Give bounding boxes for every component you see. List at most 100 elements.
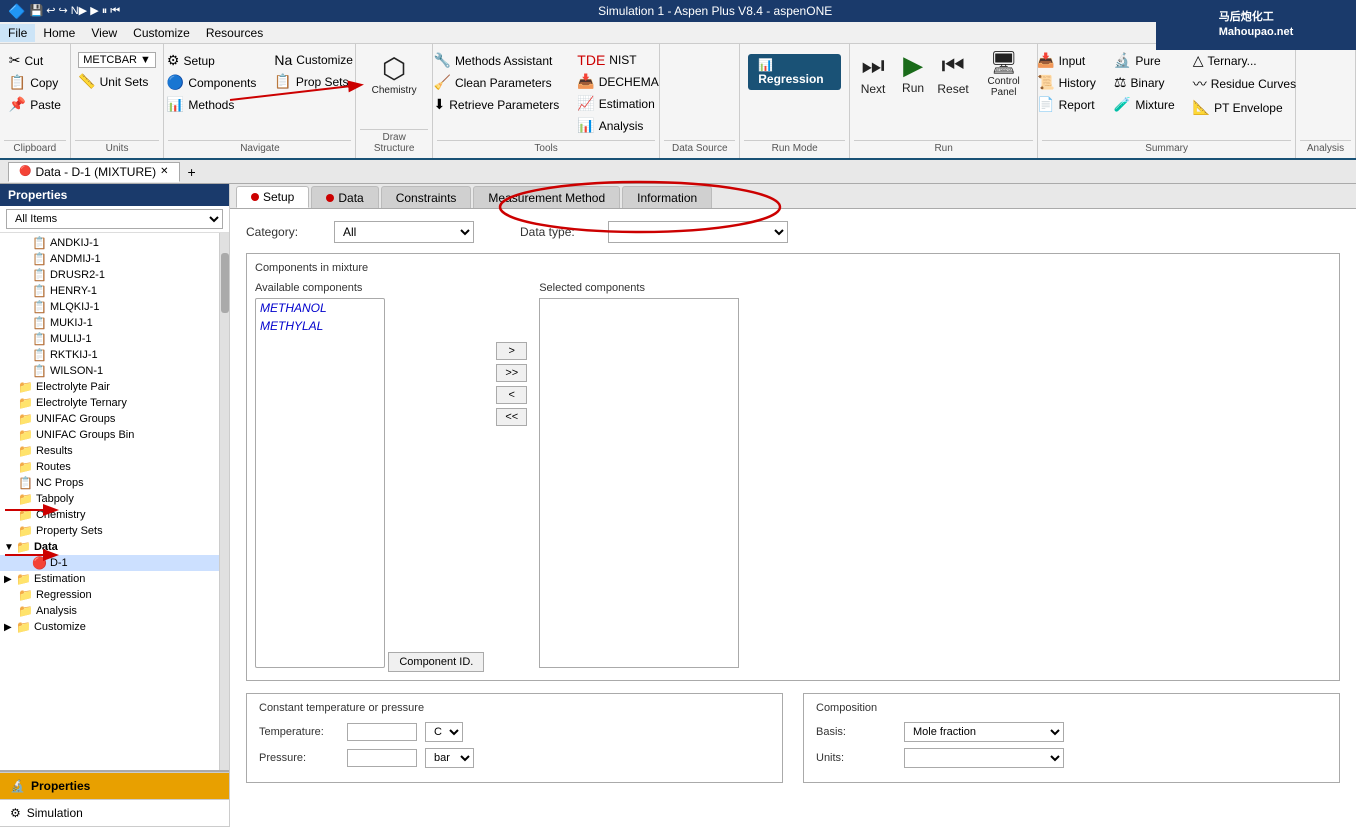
sidebar-item-andmij1[interactable]: 📋 ANDMIJ-1 — [0, 251, 219, 267]
pt-envelope-button[interactable]: 📐 PT Envelope — [1187, 97, 1302, 118]
menu-resources[interactable]: Resources — [198, 24, 271, 42]
title-text: Simulation 1 - Aspen Plus V8.4 - aspenON… — [598, 4, 832, 18]
sidebar-item-andkij1[interactable]: 📋 ANDKIJ-1 — [0, 235, 219, 251]
simulation-panel-button[interactable]: ⚙ Simulation — [0, 799, 229, 826]
sidebar-item-chemistry[interactable]: 📁 Chemistry — [0, 507, 219, 523]
sidebar-item-routes[interactable]: 📁 Routes — [0, 459, 219, 475]
ternary-button[interactable]: △ Ternary... — [1187, 50, 1302, 71]
category-select[interactable]: All Binary Ternary — [334, 221, 474, 243]
tab-close-button[interactable]: ✕ — [160, 166, 168, 177]
sidebar-item-elec-pair[interactable]: 📁 Electrolyte Pair — [0, 379, 219, 395]
regression-button[interactable]: 📊 Regression — [748, 54, 841, 90]
sidebar-item-unifac-groups-bin[interactable]: 📁 UNIFAC Groups Bin — [0, 427, 219, 443]
data-expander[interactable]: ▼ — [4, 542, 16, 553]
tab-measurement-method[interactable]: Measurement Method — [473, 186, 620, 208]
cut-button[interactable]: ✂ Cut — [3, 50, 67, 71]
sidebar-item-nc-props[interactable]: 📋 NC Props — [0, 475, 219, 491]
tab-information[interactable]: Information — [622, 186, 712, 208]
datatype-select[interactable] — [608, 221, 788, 243]
units-select[interactable] — [904, 748, 1064, 768]
temperature-unit-select[interactable]: C K F — [425, 722, 463, 742]
sidebar-scrollbar-thumb[interactable] — [221, 253, 229, 313]
residue-curves-button[interactable]: 〰 Residue Curves — [1187, 72, 1302, 96]
control-panel-button[interactable]: 🖥 Control Panel — [974, 46, 1033, 102]
properties-panel-button[interactable]: 🔬 Properties — [0, 772, 229, 799]
menu-home[interactable]: Home — [35, 24, 83, 42]
customize-nav-button[interactable]: Na Customize — [268, 50, 359, 70]
sidebar-item-estimation[interactable]: ▶ 📁 Estimation — [0, 571, 219, 587]
clean-parameters-button[interactable]: 🧹 Clean Parameters — [428, 72, 566, 93]
transfer-left-all-button[interactable]: << — [496, 408, 527, 426]
estimation-button[interactable]: 📈 Estimation — [571, 93, 664, 114]
estimation-expander[interactable]: ▶ — [4, 574, 16, 585]
pressure-input[interactable] — [347, 749, 417, 767]
input-button[interactable]: 📥 Input — [1031, 50, 1102, 71]
tab-close-icon[interactable]: 🔴 — [19, 166, 31, 177]
menu-customize[interactable]: Customize — [125, 24, 198, 42]
binary-button[interactable]: ⚖ Binary — [1108, 72, 1181, 93]
menu-file[interactable]: File — [0, 24, 35, 42]
reset-button[interactable]: ⏮ Reset — [934, 46, 972, 100]
setup-nav-button[interactable]: ⚙ Setup — [161, 50, 262, 71]
customize-expander[interactable]: ▶ — [4, 622, 16, 633]
sidebar-item-henry1[interactable]: 📋 HENRY-1 — [0, 283, 219, 299]
sidebar-item-property-sets[interactable]: 📁 Property Sets — [0, 523, 219, 539]
sidebar-item-mulij1[interactable]: 📋 MULIJ-1 — [0, 331, 219, 347]
tab-constraints[interactable]: Constraints — [381, 186, 472, 208]
paste-button[interactable]: 📌 Paste — [3, 94, 67, 115]
tab-data[interactable]: Data — [311, 186, 378, 208]
history-button[interactable]: 📜 History — [1031, 72, 1102, 93]
pure-button[interactable]: 🔬 Pure — [1108, 50, 1181, 71]
sidebar-item-analysis[interactable]: 📁 Analysis — [0, 603, 219, 619]
metcbar-dropdown[interactable]: METCBAR ▼ — [72, 50, 162, 70]
available-components-list[interactable]: METHANOL METHYLAL — [255, 298, 385, 668]
data-d1-tab[interactable]: 🔴 Data - D-1 (MIXTURE) ✕ — [8, 162, 180, 182]
sidebar-item-rktkij1[interactable]: 📋 RKTKIJ-1 — [0, 347, 219, 363]
component-id-button[interactable]: Component ID. — [388, 652, 484, 672]
sidebar-item-mlqkij1[interactable]: 📋 MLQKIJ-1 — [0, 299, 219, 315]
sidebar-item-wilson1[interactable]: 📋 WILSON-1 — [0, 363, 219, 379]
temperature-input[interactable] — [347, 723, 417, 741]
transfer-left-one-button[interactable]: < — [496, 386, 527, 404]
run-icon: ▶ — [903, 50, 923, 81]
next-button[interactable]: ⏭ Next — [854, 46, 892, 100]
menu-view[interactable]: View — [83, 24, 125, 42]
dechema-button[interactable]: 📥 DECHEMA — [571, 71, 664, 92]
sidebar-item-unifac-groups[interactable]: 📁 UNIFAC Groups — [0, 411, 219, 427]
sidebar-item-tabpoly[interactable]: 📁 Tabpoly — [0, 491, 219, 507]
basis-select[interactable]: Mole fraction Mass fraction Mole/Liter — [904, 722, 1064, 742]
transfer-right-one-button[interactable]: > — [496, 342, 527, 360]
sidebar: Properties All Items 📋 ANDKIJ-1 📋 — [0, 184, 230, 827]
estimation-icon-tree: 📁 — [16, 572, 31, 586]
add-tab-button[interactable]: + — [182, 162, 202, 182]
prop-sets-button[interactable]: 📋 Prop Sets — [268, 71, 359, 92]
sidebar-item-data[interactable]: ▼ 📁 Data — [0, 539, 219, 555]
copy-button[interactable]: 📋 Copy — [3, 72, 67, 93]
sidebar-scrollbar[interactable] — [219, 233, 229, 770]
unit-sets-button[interactable]: 📏 Unit Sets — [72, 71, 162, 92]
sidebar-item-drusr21[interactable]: 📋 DRUSR2-1 — [0, 267, 219, 283]
results-icon: 📁 — [18, 444, 33, 458]
nist-button[interactable]: TDE NIST — [571, 50, 664, 70]
transfer-right-all-button[interactable]: >> — [496, 364, 527, 382]
sidebar-item-customize[interactable]: ▶ 📁 Customize — [0, 619, 219, 635]
pressure-unit-select[interactable]: bar atm Pa — [425, 748, 474, 768]
retrieve-parameters-button[interactable]: ⬇ Retrieve Parameters — [428, 94, 566, 115]
selected-components-list[interactable] — [539, 298, 739, 668]
content-area: Setup Data Constraints Measurement Metho… — [230, 184, 1356, 827]
draw-structure-button[interactable]: ⬡ Chemistry — [366, 46, 423, 100]
components-button[interactable]: 🔵 Components — [161, 72, 262, 93]
run-button[interactable]: ▶ Run — [894, 46, 932, 99]
report-button[interactable]: 📄 Report — [1031, 94, 1102, 115]
mixture-button[interactable]: 🧪 Mixture — [1108, 94, 1181, 115]
sidebar-item-regression[interactable]: 📁 Regression — [0, 587, 219, 603]
sidebar-item-results[interactable]: 📁 Results — [0, 443, 219, 459]
sidebar-item-mukij1[interactable]: 📋 MUKIJ-1 — [0, 315, 219, 331]
methods-button[interactable]: 📊 Methods — [161, 94, 262, 115]
tab-setup[interactable]: Setup — [236, 186, 309, 208]
sidebar-item-elec-ternary[interactable]: 📁 Electrolyte Ternary — [0, 395, 219, 411]
sidebar-item-d1[interactable]: 🔴 D-1 — [0, 555, 219, 571]
methods-assistant-button[interactable]: 🔧 Methods Assistant — [428, 50, 566, 71]
analysis-tool-button[interactable]: 📊 Analysis — [571, 115, 664, 136]
sidebar-filter-select[interactable]: All Items — [6, 209, 223, 229]
